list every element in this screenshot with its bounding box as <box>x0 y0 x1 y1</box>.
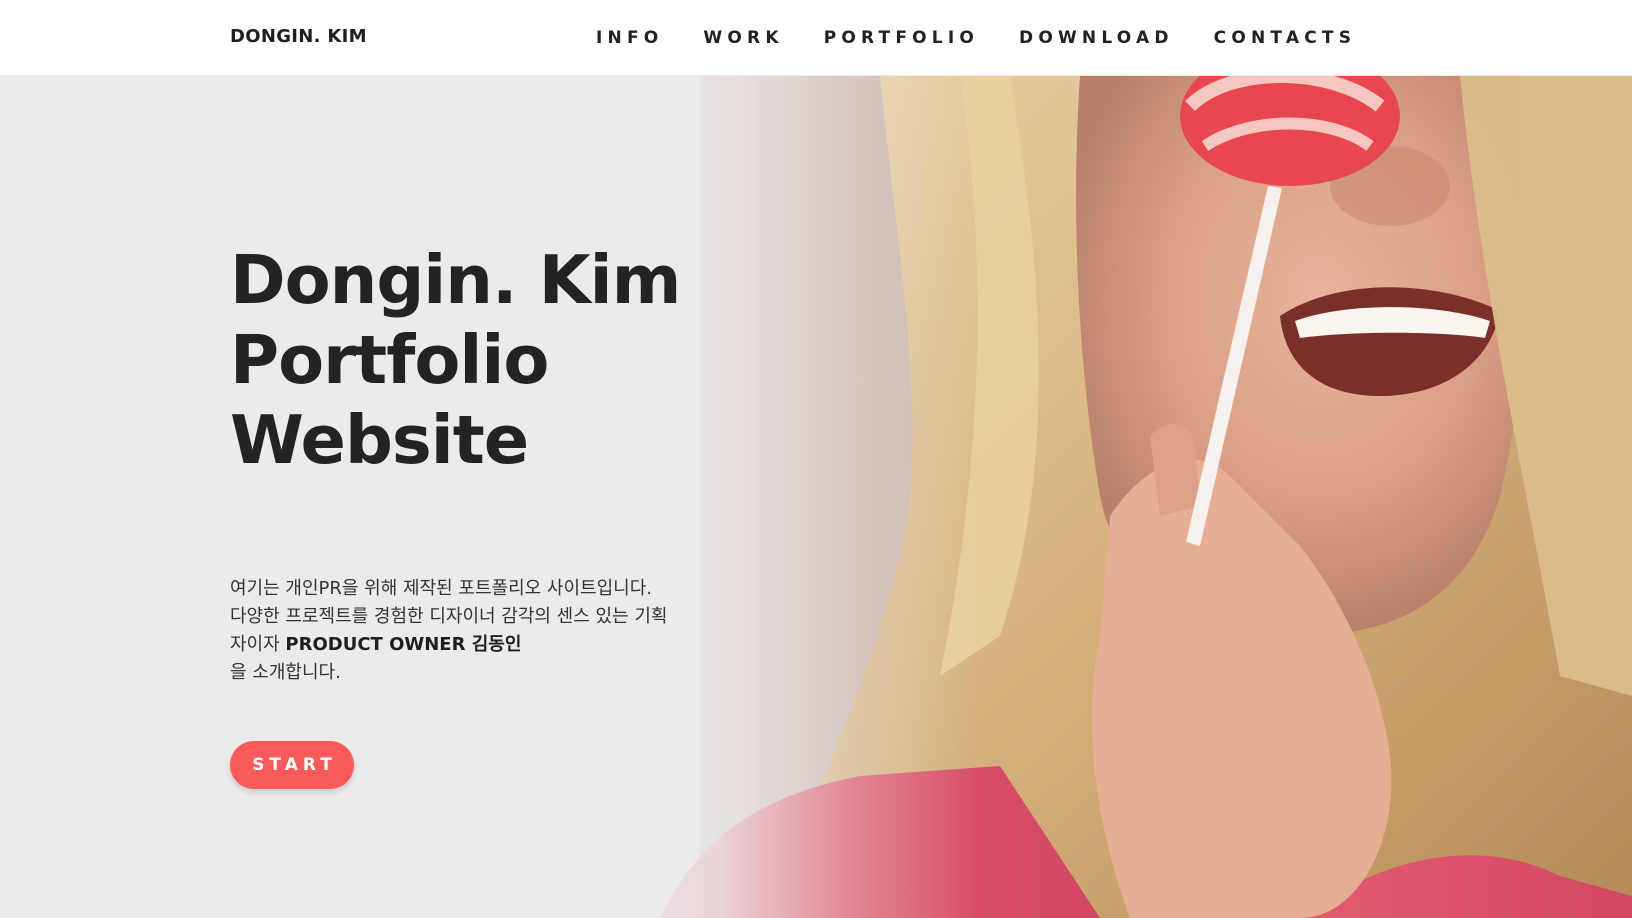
nav-item-contacts[interactable]: CONTACTS <box>1214 27 1357 49</box>
hero-description-end: 을 소개합니다. <box>230 662 341 683</box>
hero-title-line-1: Dongin. Kim <box>230 241 681 319</box>
nav-item-portfolio[interactable]: PORTFOLIO <box>824 27 979 49</box>
hero-description: 여기는 개인PR을 위해 제작된 포트폴리오 사이트입니다. 다양한 프로젝트를… <box>230 575 670 687</box>
nav-item-download[interactable]: DOWNLOAD <box>1019 27 1174 49</box>
start-button[interactable]: START <box>230 741 354 789</box>
hero-title-line-2: Portfolio <box>230 321 549 399</box>
hero-description-highlight: PRODUCT OWNER 김동인 <box>285 634 522 655</box>
site-logo[interactable]: DONGIN. KIM <box>230 26 367 47</box>
hero-section: Dongin. Kim Portfolio Website 여기는 개인PR을 … <box>0 76 1632 918</box>
nav-item-info[interactable]: INFO <box>596 27 663 49</box>
site-header: DONGIN. KIM INFO WORK PORTFOLIO DOWNLOAD… <box>0 0 1632 76</box>
hero-title: Dongin. Kim Portfolio Website <box>230 240 790 480</box>
hero-title-line-3: Website <box>230 401 529 479</box>
nav-item-work[interactable]: WORK <box>703 27 783 49</box>
main-nav: INFO WORK PORTFOLIO DOWNLOAD CONTACTS <box>596 27 1396 49</box>
hero-fade-overlay <box>0 76 1632 918</box>
